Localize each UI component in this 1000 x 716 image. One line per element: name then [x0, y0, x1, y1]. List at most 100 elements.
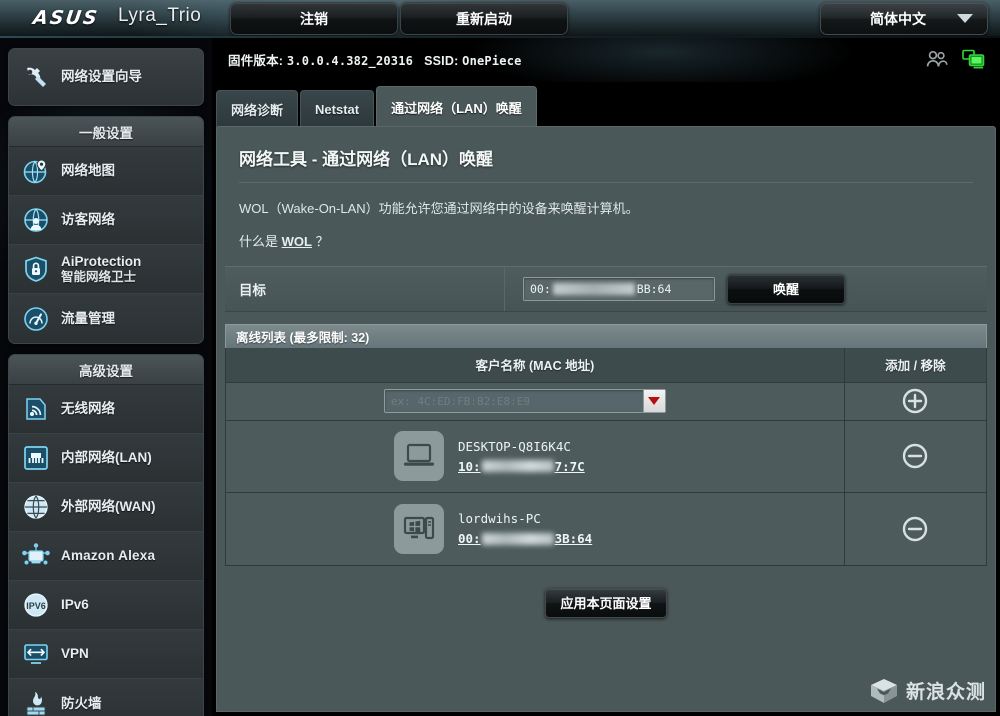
- column-header-action: 添加 / 移除: [844, 347, 986, 382]
- sidebar-item-label: 外部网络(WAN): [61, 499, 156, 515]
- asus-logo: ASUS: [31, 7, 101, 29]
- sidebar-item-traffic-manager[interactable]: 流量管理: [9, 294, 203, 343]
- firmware-label: 固件版本:: [228, 54, 284, 68]
- sidebar-item-vpn[interactable]: VPN: [9, 630, 203, 679]
- sidebar-group-general: 一般设置 网络地图 访客网络 AiProtection 智能网络卫士 流量管理: [8, 116, 204, 344]
- device-mac-suffix: 7:7C: [554, 458, 585, 474]
- router-admin-page: ASUS Lyra_Trio 注销 重新启动 简体中文 固件版本: 3.0.0.…: [0, 0, 1000, 716]
- offline-list-table: 客户名称 (MAC 地址) 添加 / 移除 ex: 4C:ED:FB:B2:E8…: [225, 347, 987, 566]
- mac-select-placeholder: ex: 4C:ED:FB:B2:E8:E9: [390, 394, 530, 408]
- client-cell: lordwihs-PC 00: 3B:64: [226, 492, 845, 565]
- sidebar-item-label: 流量管理: [61, 310, 115, 326]
- sidebar-item-label: Amazon Alexa: [61, 548, 156, 564]
- page-title: 网络工具 - 通过网络（LAN）唤醒: [239, 145, 973, 183]
- device-mac-prefix: 00:: [458, 531, 481, 546]
- add-client-cell: ex: 4C:ED:FB:B2:E8:E9: [226, 382, 845, 420]
- sidebar-item-label: IPv6: [61, 597, 89, 613]
- firewall-icon: [19, 687, 53, 716]
- device-name: lordwihs-PC: [458, 511, 541, 526]
- sina-cube-icon: [870, 678, 897, 703]
- wake-button[interactable]: 唤醒: [727, 273, 845, 304]
- sidebar-item-setup-wizard[interactable]: 网络设置向导: [9, 49, 203, 105]
- table-row: lordwihs-PC 00: 3B:64: [226, 492, 986, 565]
- setup-wizard-icon: [19, 60, 53, 94]
- sidebar-item-lan[interactable]: 内部网络(LAN): [9, 434, 203, 483]
- firmware-version: 3.0.0.4.382_20316: [286, 54, 414, 68]
- svg-text:IPV6: IPV6: [26, 601, 46, 611]
- sidebar-item-label: 网络地图: [61, 163, 115, 179]
- minus-circle-icon[interactable]: [902, 516, 928, 542]
- sidebar-item-wireless[interactable]: 无线网络: [9, 385, 203, 434]
- target-mac-input[interactable]: 00: BB:64: [523, 276, 715, 301]
- page-description: WOL（Wake-On-LAN）功能允许您通过网络中的设备来唤醒计算机。: [239, 201, 639, 216]
- sidebar-item-label: 访客网络: [61, 212, 115, 228]
- logout-button[interactable]: 注销: [230, 2, 398, 35]
- sidebar-item-firewall[interactable]: 防火墙: [9, 679, 203, 716]
- wol-help-suffix: ？: [311, 233, 329, 249]
- target-row: 目标 00: BB:64 唤醒: [225, 265, 987, 312]
- alexa-icon: [19, 539, 53, 573]
- sidebar-item-guest-network[interactable]: 访客网络: [9, 196, 203, 245]
- remove-action-cell: [844, 492, 986, 565]
- remove-action-cell: [844, 420, 986, 492]
- wol-help-link[interactable]: 什么是 WOL ？: [239, 231, 973, 250]
- chevron-down-icon: [957, 14, 973, 23]
- table-header-row: 客户名称 (MAC 地址) 添加 / 移除: [226, 347, 986, 383]
- device-meta: DESKTOP-Q8I6K4C 10: 7:7C: [458, 439, 585, 474]
- device-info: lordwihs-PC 00: 3B:64: [226, 503, 844, 554]
- redacted-mac-segment: [552, 282, 635, 295]
- network-map-icon: [19, 154, 53, 188]
- firmware-info-bar: 固件版本: 3.0.0.4.382_20316 SSID: OnePiece: [212, 38, 1000, 82]
- users-icon[interactable]: [926, 50, 948, 68]
- shield-lock-icon: [19, 252, 53, 286]
- device-info: DESKTOP-Q8I6K4C 10: 7:7C: [226, 431, 844, 481]
- target-mac-prefix: 00:: [530, 281, 551, 296]
- sidebar-group-title: 一般设置: [9, 117, 203, 147]
- redacted-mac-segment: [481, 460, 554, 472]
- tab-wake-on-lan[interactable]: 通过网络（LAN）唤醒: [376, 86, 537, 128]
- sidebar-item-label: AiProtection 智能网络卫士: [61, 254, 141, 285]
- mac-select-input[interactable]: ex: 4C:ED:FB:B2:E8:E9: [383, 389, 666, 413]
- sidebar-group-title: 高级设置: [9, 355, 203, 385]
- plus-circle-icon[interactable]: [902, 388, 928, 414]
- apply-button-row: 应用本页面设置: [217, 587, 995, 618]
- sidebar-wizard-card: 网络设置向导: [8, 48, 204, 106]
- sidebar-item-ipv6[interactable]: IPV6 IPv6: [9, 581, 203, 630]
- device-name: DESKTOP-Q8I6K4C: [458, 438, 571, 454]
- wol-help-keyword: WOL: [281, 233, 312, 249]
- reboot-button[interactable]: 重新启动: [400, 2, 568, 35]
- wol-help-prefix: 什么是: [239, 233, 282, 249]
- firmware-info-text: 固件版本: 3.0.0.4.382_20316 SSID: OnePiece: [228, 50, 522, 69]
- table-row-add: ex: 4C:ED:FB:B2:E8:E9: [226, 382, 986, 421]
- sidebar-item-label: 无线网络: [61, 401, 115, 417]
- traffic-gauge-icon: [19, 302, 53, 336]
- sidebar-item-label-line2: 智能网络卫士: [61, 269, 137, 284]
- sidebar-item-alexa[interactable]: Amazon Alexa: [9, 532, 203, 581]
- sidebar-item-label: VPN: [61, 646, 89, 662]
- sidebar-item-label-line1: AiProtection: [61, 253, 142, 269]
- tab-netstat[interactable]: Netstat: [300, 90, 375, 128]
- dropdown-caret-icon[interactable]: [642, 390, 665, 412]
- language-label: 简体中文: [870, 10, 926, 27]
- client-cell: DESKTOP-Q8I6K4C 10: 7:7C: [226, 420, 845, 492]
- lan-icon: [19, 441, 53, 475]
- sidebar-item-network-map[interactable]: 网络地图: [9, 147, 203, 196]
- device-mac: 00: 3B:64: [458, 531, 592, 546]
- add-action-cell: [844, 382, 986, 420]
- ssid-value: OnePiece: [462, 54, 522, 68]
- watermark-text: 新浪众测: [905, 682, 986, 703]
- offline-list-title: 离线列表 (最多限制: 32): [225, 323, 987, 348]
- sidebar-item-wan[interactable]: 外部网络(WAN): [9, 483, 203, 532]
- ssid-label: SSID:: [424, 54, 459, 68]
- apply-settings-button[interactable]: 应用本页面设置: [545, 587, 667, 618]
- network-status-icon[interactable]: [962, 49, 986, 69]
- top-header-bar: ASUS Lyra_Trio 注销 重新启动 简体中文: [0, 0, 1000, 38]
- device-mac: 10: 7:7C: [458, 459, 585, 474]
- language-selector[interactable]: 简体中文: [820, 2, 988, 35]
- guest-network-icon: [19, 203, 53, 237]
- column-header-client: 客户名称 (MAC 地址): [226, 347, 845, 382]
- tab-network-diagnostics[interactable]: 网络诊断: [216, 90, 299, 128]
- sidebar-item-aiprotection[interactable]: AiProtection 智能网络卫士: [9, 245, 203, 294]
- minus-circle-icon[interactable]: [902, 443, 928, 469]
- tab-bar: 网络诊断 Netstat 通过网络（LAN）唤醒: [212, 82, 539, 128]
